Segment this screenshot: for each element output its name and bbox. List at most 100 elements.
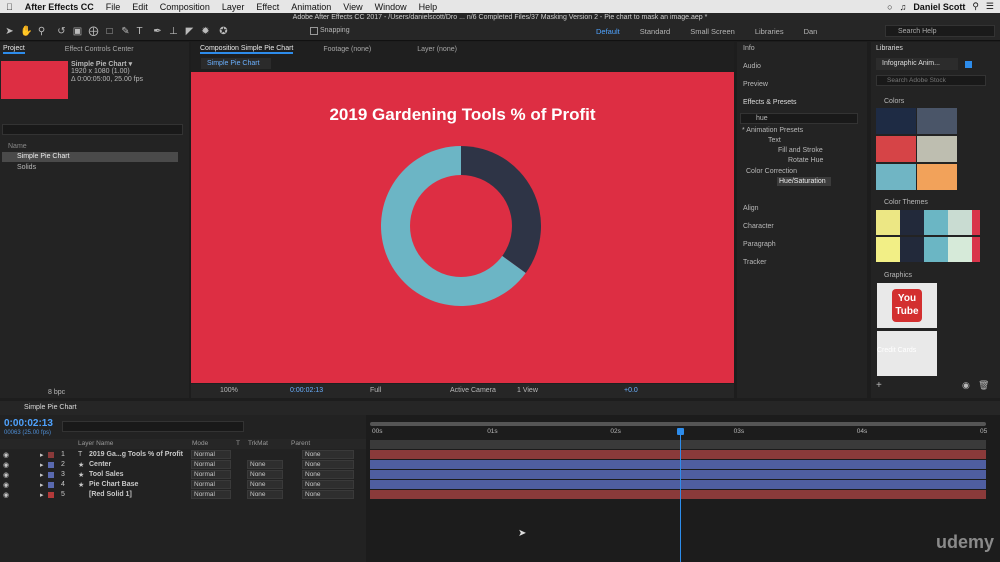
tab-footage[interactable]: Footage (none) bbox=[323, 46, 371, 53]
align-panel-header[interactable]: Align bbox=[743, 205, 759, 212]
library-dropdown[interactable]: Infographic Anim... bbox=[876, 58, 958, 70]
layer-duration-bar[interactable] bbox=[370, 490, 986, 499]
mode-dropdown[interactable]: Normal bbox=[191, 460, 231, 469]
clone-stamp-tool-icon[interactable]: ⊥ bbox=[168, 26, 179, 37]
paragraph-panel-header[interactable]: Paragraph bbox=[743, 241, 776, 248]
volume-icon[interactable]: ♫ bbox=[900, 2, 907, 12]
parent-dropdown[interactable]: None bbox=[302, 490, 354, 499]
menu-window[interactable]: Window bbox=[369, 2, 413, 12]
tree-hue-saturation[interactable]: Hue/Saturation bbox=[779, 178, 826, 185]
layer-duration-bar[interactable] bbox=[370, 470, 986, 479]
mode-dropdown[interactable]: Normal bbox=[191, 480, 231, 489]
menu-effect[interactable]: Effect bbox=[250, 2, 285, 12]
trkmat-dropdown[interactable]: None bbox=[247, 480, 283, 489]
expand-triangle-icon[interactable]: ▸ bbox=[40, 461, 44, 469]
workspace-standard[interactable]: Standard bbox=[630, 27, 680, 36]
label-color-swatch[interactable] bbox=[48, 472, 54, 478]
color-swatch[interactable] bbox=[876, 108, 916, 134]
info-panel-header[interactable]: Info bbox=[743, 45, 755, 52]
search-help-input[interactable]: Search Help bbox=[885, 25, 995, 37]
tab-layer[interactable]: Layer (none) bbox=[417, 46, 457, 53]
expand-triangle-icon[interactable]: ▸ bbox=[40, 491, 44, 499]
color-swatch[interactable] bbox=[876, 164, 916, 190]
wifi-icon[interactable]: ○ bbox=[887, 2, 892, 12]
layer-name[interactable]: Center bbox=[89, 461, 111, 468]
apple-icon[interactable]:  bbox=[0, 2, 19, 12]
trash-icon[interactable]: 🗑 bbox=[978, 380, 989, 391]
roto-brush-tool-icon[interactable]: ✹ bbox=[200, 26, 211, 37]
theme-swatch[interactable] bbox=[924, 237, 948, 262]
color-swatch[interactable] bbox=[917, 136, 957, 162]
snapping-checkbox[interactable] bbox=[310, 27, 318, 35]
resolution-dropdown[interactable]: Full bbox=[370, 387, 381, 394]
youtube-graphic[interactable]: You Tube bbox=[877, 283, 937, 328]
grid-view-icon[interactable] bbox=[965, 61, 972, 68]
tree-animation-presets[interactable]: * Animation Presets bbox=[742, 127, 803, 134]
timeline-search-input[interactable] bbox=[62, 421, 244, 432]
label-color-swatch[interactable] bbox=[48, 462, 54, 468]
menu-app[interactable]: After Effects CC bbox=[19, 2, 100, 12]
theme-swatch[interactable] bbox=[948, 237, 972, 262]
layer-name[interactable]: 2019 Ga...g Tools % of Profit bbox=[89, 451, 183, 458]
expand-triangle-icon[interactable]: ▸ bbox=[40, 481, 44, 489]
color-swatch[interactable] bbox=[876, 136, 916, 162]
timeline-tab[interactable]: Simple Pie Chart bbox=[24, 404, 77, 411]
eraser-tool-icon[interactable]: ◤ bbox=[184, 26, 195, 37]
user-name[interactable]: Daniel Scott bbox=[913, 2, 965, 12]
menu-help[interactable]: Help bbox=[413, 2, 444, 12]
trkmat-dropdown[interactable]: None bbox=[247, 490, 283, 499]
theme-swatch[interactable] bbox=[924, 210, 948, 235]
trkmat-dropdown[interactable]: None bbox=[247, 460, 283, 469]
menu-layer[interactable]: Layer bbox=[216, 2, 251, 12]
theme-swatch[interactable] bbox=[900, 237, 924, 262]
color-swatch[interactable] bbox=[917, 164, 957, 190]
puppet-tool-icon[interactable]: ✪ bbox=[218, 26, 229, 37]
parent-dropdown[interactable]: None bbox=[302, 460, 354, 469]
layer-duration-bar[interactable] bbox=[370, 480, 986, 489]
preview-panel-header[interactable]: Preview bbox=[743, 81, 768, 88]
menu-view[interactable]: View bbox=[337, 2, 368, 12]
menu-file[interactable]: File bbox=[100, 2, 127, 12]
parent-dropdown[interactable]: None bbox=[302, 480, 354, 489]
workspace-dan[interactable]: Dan bbox=[794, 27, 828, 36]
mode-dropdown[interactable]: Normal bbox=[191, 470, 231, 479]
color-swatch[interactable] bbox=[917, 108, 957, 134]
menu-edit[interactable]: Edit bbox=[126, 2, 154, 12]
theme-swatch[interactable] bbox=[876, 237, 900, 262]
trkmat-dropdown[interactable]: None bbox=[247, 470, 283, 479]
parent-dropdown[interactable]: None bbox=[302, 470, 354, 479]
graphics-section-header[interactable]: Graphics bbox=[884, 272, 912, 279]
playhead-handle[interactable] bbox=[677, 428, 684, 435]
visibility-eye-icon[interactable]: ◉ bbox=[3, 491, 9, 499]
mode-dropdown[interactable]: Normal bbox=[191, 450, 231, 459]
workspace-default[interactable]: Default bbox=[586, 27, 630, 36]
label-color-swatch[interactable] bbox=[48, 482, 54, 488]
menu-list-icon[interactable]: ☰ bbox=[986, 1, 994, 12]
layer-duration-bar[interactable] bbox=[370, 460, 986, 469]
views-dropdown[interactable]: 1 View bbox=[517, 387, 538, 394]
pan-behind-tool-icon[interactable]: ⨁ bbox=[88, 26, 99, 37]
rotate-tool-icon[interactable]: ↺ bbox=[56, 26, 67, 37]
work-area-bar[interactable] bbox=[370, 422, 986, 426]
visibility-eye-icon[interactable]: ◉ bbox=[3, 461, 9, 469]
menu-composition[interactable]: Composition bbox=[154, 2, 216, 12]
brush-tool-icon[interactable]: ✒ bbox=[152, 26, 163, 37]
tree-color-correction[interactable]: Color Correction bbox=[746, 168, 797, 175]
menu-animation[interactable]: Animation bbox=[285, 2, 337, 12]
theme-swatch[interactable] bbox=[948, 210, 972, 235]
colors-section-header[interactable]: Colors bbox=[884, 98, 904, 105]
rectangle-tool-icon[interactable]: □ bbox=[104, 26, 115, 37]
stock-search-input[interactable]: Search Adobe Stock bbox=[876, 75, 986, 86]
credit-cards-graphic[interactable]: Credit Cards bbox=[877, 331, 937, 376]
add-library-icon[interactable]: + bbox=[876, 380, 882, 391]
mode-dropdown[interactable]: Normal bbox=[191, 490, 231, 499]
tab-effect-controls[interactable]: Effect Controls Center bbox=[65, 46, 134, 53]
theme-swatch[interactable] bbox=[972, 237, 980, 262]
tree-text[interactable]: Text bbox=[768, 137, 781, 144]
camera-tool-icon[interactable]: ▣ bbox=[72, 26, 83, 37]
tracker-panel-header[interactable]: Tracker bbox=[743, 259, 766, 266]
project-item-solids[interactable]: Solids bbox=[17, 164, 36, 171]
layer-name[interactable]: [Red Solid 1] bbox=[89, 491, 132, 498]
project-search-input[interactable] bbox=[2, 124, 183, 135]
viewer-timecode[interactable]: 0:00:02:13 bbox=[290, 387, 323, 394]
